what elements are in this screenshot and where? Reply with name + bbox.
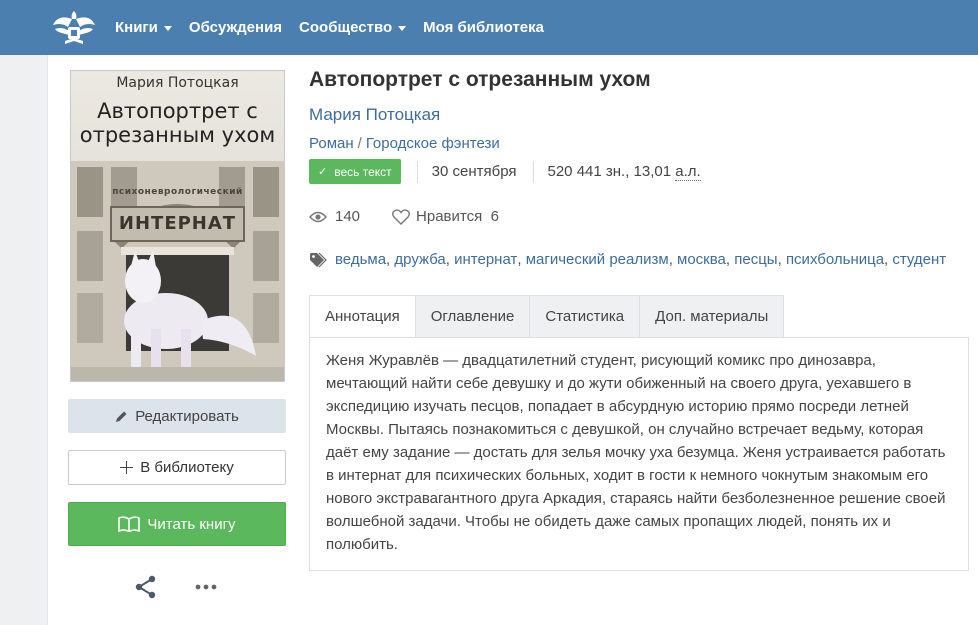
book-icon bbox=[118, 516, 141, 532]
read-book-button[interactable]: Читать книгу bbox=[68, 502, 286, 546]
book-size: 520 441 зн., 13,01 bbox=[547, 163, 672, 180]
nav-books[interactable]: Книги bbox=[115, 19, 172, 36]
edit-button-label: Редактировать bbox=[135, 407, 239, 425]
status-badge: ✓ весь текст bbox=[309, 159, 401, 184]
book-title: Автопортрет с отрезанным ухом bbox=[309, 68, 651, 91]
plus-icon bbox=[120, 461, 134, 474]
genre-link-urban-fantasy[interactable]: Городское фэнтези bbox=[366, 135, 500, 152]
book-stats: 140 Нравится 6 bbox=[309, 208, 499, 225]
likes-count: 6 bbox=[490, 208, 499, 225]
nav-discussions-label: Обсуждения bbox=[188, 19, 283, 36]
cover-sign-text: ИНТЕРНАТ bbox=[118, 213, 237, 234]
tag-link[interactable]: ведьма bbox=[335, 251, 386, 268]
share-icon[interactable] bbox=[134, 575, 158, 599]
book-tabs: Аннотация Оглавление Статистика Доп. мат… bbox=[309, 295, 785, 338]
annotation-text: Женя Журавлёв — двадцатилетний студент, … bbox=[309, 337, 969, 571]
tab-contents[interactable]: Оглавление bbox=[415, 295, 531, 338]
nav-books-label: Книги bbox=[115, 19, 158, 36]
cover-title-line1: Автопортрет с bbox=[97, 99, 258, 123]
chevron-down-icon bbox=[398, 26, 407, 31]
author-sheets-unit[interactable]: а.л. bbox=[675, 163, 701, 181]
check-icon: ✓ bbox=[318, 166, 328, 178]
book-author-link[interactable]: Мария Потоцкая bbox=[309, 105, 440, 125]
tab-statistics[interactable]: Статистика bbox=[530, 295, 641, 338]
tab-extra-materials[interactable]: Доп. материалы bbox=[640, 295, 785, 338]
divider bbox=[416, 160, 418, 183]
nav-my-library-label: Моя библиотека bbox=[423, 19, 544, 36]
tag-link[interactable]: интернат bbox=[454, 251, 517, 268]
book-meta-row: ✓ весь текст 30 сентября 520 441 зн., 13… bbox=[309, 159, 701, 184]
cover-title-line2: отрезанным ухом bbox=[79, 123, 276, 147]
genre-link-novel[interactable]: Роман bbox=[309, 135, 354, 152]
nav-community[interactable]: Сообщество bbox=[299, 19, 407, 36]
book-cover[interactable]: Мария Потоцкая Автопортрет с отрезанным … bbox=[70, 70, 285, 382]
pencil-icon bbox=[115, 410, 128, 423]
edit-button[interactable]: Редактировать bbox=[68, 399, 286, 433]
tags-list: ведьма, дружба, интернат, магический реа… bbox=[309, 251, 946, 268]
cover-author: Мария Потоцкая bbox=[116, 75, 239, 91]
top-navbar: Книги Обсуждения Сообщество Моя библиоте… bbox=[0, 0, 978, 55]
add-to-library-label: В библиотеку bbox=[140, 459, 234, 476]
logo-icon[interactable] bbox=[51, 5, 97, 49]
genre-separator: / bbox=[357, 135, 362, 152]
nav-discussions[interactable]: Обсуждения bbox=[189, 19, 282, 36]
divider bbox=[532, 160, 534, 183]
heart-icon[interactable] bbox=[392, 208, 410, 225]
nav-my-library[interactable]: Моя библиотека bbox=[423, 19, 544, 36]
likes-label[interactable]: Нравится bbox=[416, 208, 482, 225]
cover-arch-text: психоневрологический bbox=[112, 187, 243, 197]
more-icon[interactable] bbox=[194, 578, 218, 596]
genre-breadcrumb: Роман / Городское фэнтези bbox=[309, 135, 500, 152]
add-to-library-button[interactable]: В библиотеку bbox=[68, 450, 286, 485]
tag-link[interactable]: дружба bbox=[394, 251, 445, 268]
tag-link[interactable]: москва bbox=[677, 251, 726, 268]
nav-community-label: Сообщество bbox=[299, 19, 393, 36]
status-badge-label: весь текст bbox=[334, 164, 392, 179]
tag-link[interactable]: магический реализм bbox=[526, 251, 669, 268]
tab-annotation[interactable]: Аннотация bbox=[309, 295, 416, 338]
tag-link[interactable]: психбольница bbox=[786, 251, 884, 268]
views-count: 140 bbox=[335, 208, 361, 225]
tag-link[interactable]: студент bbox=[892, 251, 946, 268]
eye-icon bbox=[309, 211, 327, 223]
read-book-label: Читать книгу bbox=[147, 515, 236, 533]
chevron-down-icon bbox=[163, 26, 172, 31]
tag-link[interactable]: песцы bbox=[734, 251, 777, 268]
publish-date: 30 сентября bbox=[431, 163, 517, 180]
tag-icon bbox=[309, 252, 327, 268]
